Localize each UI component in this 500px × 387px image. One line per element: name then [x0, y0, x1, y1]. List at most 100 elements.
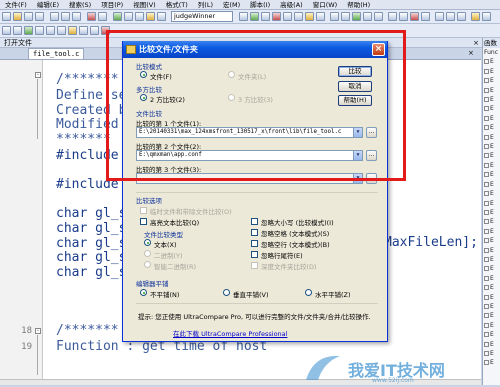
expand-icon[interactable]	[484, 134, 489, 140]
function-list-item[interactable]: E	[483, 67, 500, 76]
menu-macro[interactable]: 宏(M)	[218, 0, 245, 9]
expand-icon[interactable]	[484, 266, 489, 272]
function-list-item[interactable]: E	[483, 57, 500, 66]
tag-icon[interactable]	[341, 12, 350, 21]
function-list-item[interactable]: E	[483, 302, 500, 311]
two-way-label[interactable]: 2 方比较(2)	[150, 94, 185, 104]
expand-icon[interactable]	[484, 144, 489, 150]
color-icon[interactable]	[24, 26, 33, 35]
align-right-icon[interactable]	[57, 26, 66, 35]
function-list-item[interactable]: E	[483, 142, 500, 151]
function-list-item[interactable]: E	[483, 199, 500, 208]
align-center-icon[interactable]	[46, 26, 55, 35]
format-icon[interactable]	[374, 12, 383, 21]
pane-close-icon[interactable]: ×	[473, 38, 479, 48]
html-icon[interactable]	[330, 12, 339, 21]
function-list-item[interactable]: E	[483, 340, 500, 349]
compare-icon[interactable]	[239, 12, 248, 21]
ftp-icon[interactable]	[294, 12, 303, 21]
file3-combo[interactable]: ▼	[136, 173, 363, 184]
menu-search[interactable]: 搜索(S)	[64, 0, 96, 9]
file2-combo[interactable]: E:\qmxman\app.conf ▼	[136, 150, 363, 161]
function-list-item[interactable]: E	[483, 123, 500, 132]
expand-icon[interactable]	[484, 209, 489, 215]
highlight-compare-checkbox[interactable]	[140, 218, 147, 225]
cascade-icon[interactable]	[457, 12, 466, 21]
download-link[interactable]: 在此下载 UltraCompare Professional	[173, 328, 287, 338]
find-icon[interactable]	[113, 12, 122, 21]
fold-minus-icon[interactable]: -	[35, 72, 41, 78]
replace-icon[interactable]	[124, 12, 133, 21]
image-icon[interactable]	[101, 26, 110, 35]
expand-icon[interactable]	[484, 238, 489, 244]
type-text-radio[interactable]	[144, 239, 151, 246]
bookmark-icon[interactable]	[146, 12, 155, 21]
link-icon[interactable]	[90, 26, 99, 35]
ignore-blank-label[interactable]: 忽略空行 (文本模式)(B)	[261, 239, 330, 249]
type-smart-radio[interactable]	[144, 261, 151, 268]
expand-icon[interactable]	[484, 59, 489, 65]
function-list-item[interactable]: E	[483, 255, 500, 264]
new-file-icon[interactable]	[2, 12, 11, 21]
macro-icon[interactable]	[305, 12, 314, 21]
tile-none-radio[interactable]	[140, 289, 147, 296]
type-text-label[interactable]: 文本(X)	[154, 239, 177, 249]
mode-file-radio[interactable]	[140, 71, 147, 78]
function-combo[interactable]: judgeWinner	[171, 11, 233, 22]
function-list-item[interactable]: E	[483, 246, 500, 255]
expand-icon[interactable]	[484, 322, 489, 328]
menu-help[interactable]: 帮助(H)	[342, 0, 375, 9]
tile-vertical-radio[interactable]	[223, 289, 230, 296]
open-folder-icon[interactable]	[13, 12, 22, 21]
cut-icon[interactable]	[50, 12, 59, 21]
tile-icon[interactable]	[446, 12, 455, 21]
table-icon[interactable]	[79, 26, 88, 35]
expand-icon[interactable]	[484, 162, 489, 168]
function-list-item[interactable]: E	[483, 189, 500, 198]
function-list-item[interactable]: E	[483, 95, 500, 104]
temp-file-label[interactable]: 临时文件和带除文件比较(O)	[150, 206, 232, 216]
function-list-item[interactable]: E	[483, 293, 500, 302]
function-list-item[interactable]: E	[483, 217, 500, 226]
bold-icon[interactable]	[2, 26, 11, 35]
paste-icon[interactable]	[72, 12, 81, 21]
tile-horizontal-radio[interactable]	[305, 289, 312, 296]
mode-folder-radio[interactable]	[228, 71, 235, 78]
menu-file[interactable]: 文件(F)	[0, 0, 32, 9]
type-binary-radio[interactable]	[144, 250, 151, 257]
indent-icon[interactable]	[388, 12, 397, 21]
function-list-item[interactable]: E	[483, 208, 500, 217]
expand-icon[interactable]	[484, 275, 489, 281]
expand-icon[interactable]	[484, 332, 489, 338]
menu-window[interactable]: 窗口(W)	[308, 0, 343, 9]
file3-browse-button[interactable]: ...	[366, 173, 377, 184]
tile-horizontal-label[interactable]: 水平平铺(Z)	[315, 289, 351, 299]
type-binary-label[interactable]: 二进制(Y)	[154, 250, 183, 260]
tab-file-tool[interactable]: file_tool.c	[28, 48, 85, 59]
ignore-eol-label[interactable]: 忽略行尾符(E)	[261, 250, 303, 260]
function-list-item[interactable]: E	[483, 161, 500, 170]
browser-icon[interactable]	[352, 12, 361, 21]
function-list-item[interactable]: E	[483, 227, 500, 236]
ignore-case-label[interactable]: 忽略大小写 (比较模式)(I)	[261, 217, 334, 227]
menu-view[interactable]: 视图(V)	[128, 0, 161, 9]
menu-column[interactable]: 列(L)	[193, 0, 218, 9]
function-list-item[interactable]: E	[483, 180, 500, 189]
two-way-radio[interactable]	[140, 94, 147, 101]
expand-icon[interactable]	[484, 360, 489, 366]
print-icon[interactable]	[35, 12, 44, 21]
compare-button[interactable]: 比较	[338, 66, 372, 77]
column-mode-icon[interactable]	[261, 12, 270, 21]
menu-project[interactable]: 项目(P)	[96, 0, 128, 9]
expand-icon[interactable]	[484, 172, 489, 178]
expand-icon[interactable]	[484, 191, 489, 197]
expand-icon[interactable]	[484, 256, 489, 262]
ignore-eol-checkbox[interactable]	[251, 251, 258, 258]
file2-browse-button[interactable]: ...	[366, 150, 377, 161]
settings-icon[interactable]	[471, 12, 480, 21]
function-list-item[interactable]: E	[483, 274, 500, 283]
function-list-item[interactable]: E	[483, 86, 500, 95]
mode-file-label[interactable]: 文件(F)	[150, 71, 172, 81]
function-list-item[interactable]: E	[483, 311, 500, 320]
function-list-item[interactable]: E	[483, 114, 500, 123]
